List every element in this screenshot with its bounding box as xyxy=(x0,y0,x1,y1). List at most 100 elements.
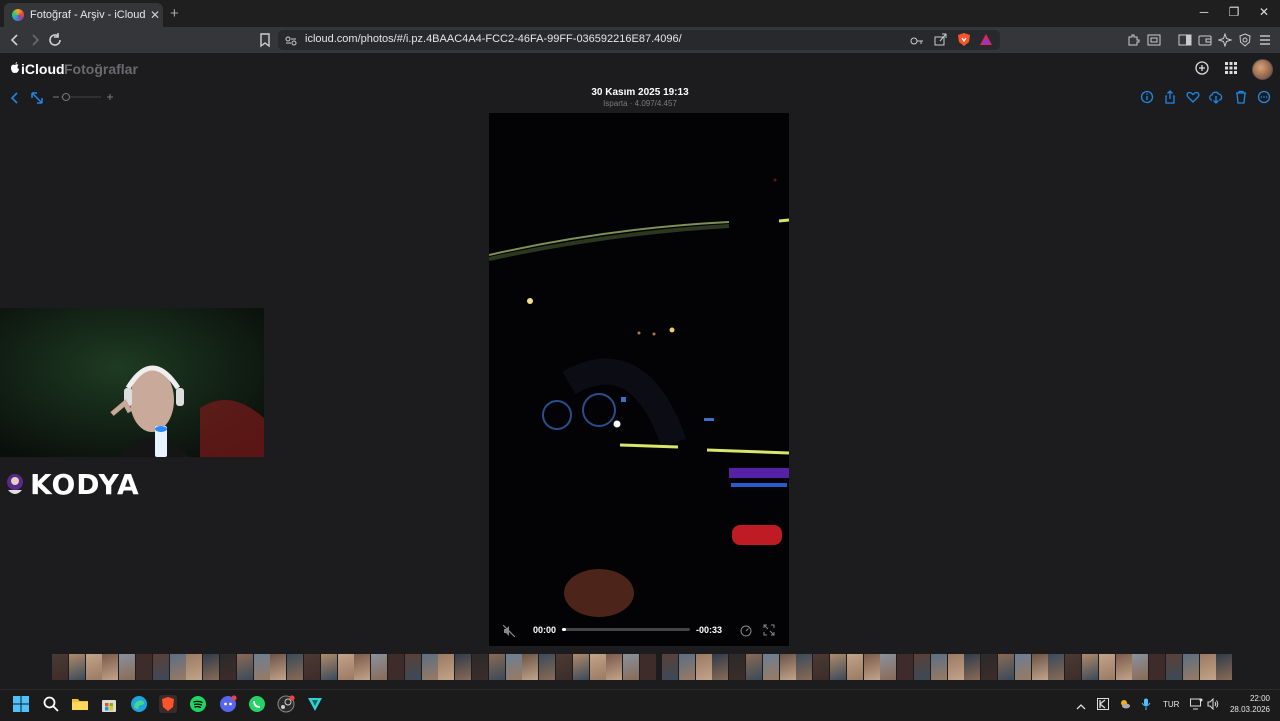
wallet-icon[interactable] xyxy=(1198,33,1212,52)
filmstrip-thumbnail[interactable] xyxy=(1098,654,1115,680)
filmstrip-thumbnail[interactable] xyxy=(1082,654,1098,680)
steam-icon[interactable] xyxy=(277,695,297,715)
network-icon[interactable] xyxy=(1190,697,1203,715)
filmstrip-thumbnail[interactable] xyxy=(488,654,505,680)
new-tab-icon[interactable]: + xyxy=(170,5,179,22)
forward-icon[interactable] xyxy=(26,31,44,49)
filmstrip-thumbnail[interactable] xyxy=(1048,654,1065,680)
extensions-icon[interactable] xyxy=(1126,33,1140,52)
filmstrip-thumbnail[interactable] xyxy=(947,654,964,680)
filmstrip-thumbnail[interactable] xyxy=(712,654,729,680)
filmstrip-thumbnail[interactable] xyxy=(1115,654,1132,680)
filmstrip-thumbnail[interactable] xyxy=(68,654,85,680)
filmstrip-thumbnail[interactable] xyxy=(421,654,438,680)
zoom-slider[interactable] xyxy=(53,89,115,110)
filmstrip-thumbnail[interactable] xyxy=(606,654,623,680)
microphone-icon[interactable] xyxy=(1141,697,1151,715)
filmstrip-thumbnail[interactable] xyxy=(930,654,947,680)
close-tab-icon[interactable]: ✕ xyxy=(150,8,160,22)
brave-shield-icon[interactable] xyxy=(957,32,971,52)
avatar[interactable] xyxy=(1252,59,1273,80)
filmstrip-thumbnail[interactable] xyxy=(880,654,897,680)
filmstrip-thumbnail[interactable] xyxy=(337,654,354,680)
minimize-icon[interactable]: ─ xyxy=(1196,5,1212,19)
filmstrip-thumbnail[interactable] xyxy=(1031,654,1048,680)
brave-icon[interactable] xyxy=(159,695,179,715)
speed-icon[interactable] xyxy=(740,624,752,642)
filmstrip-thumbnail[interactable] xyxy=(371,654,388,680)
filmstrip-thumbnail[interactable] xyxy=(589,654,606,680)
viewer-back-icon[interactable] xyxy=(8,90,22,111)
edge-icon[interactable] xyxy=(130,695,150,715)
filmstrip-thumbnail[interactable] xyxy=(981,654,998,680)
filmstrip-thumbnail[interactable] xyxy=(320,654,337,680)
trash-icon[interactable] xyxy=(1233,90,1249,106)
filmstrip-thumbnail[interactable] xyxy=(914,654,930,680)
filmstrip-thumbnail[interactable] xyxy=(729,654,746,680)
filmstrip-thumbnail[interactable] xyxy=(354,654,371,680)
add-icon[interactable] xyxy=(1195,61,1209,80)
filmstrip-thumbnail[interactable] xyxy=(556,654,572,680)
filmstrip-thumbnail[interactable] xyxy=(1182,654,1199,680)
filmstrip-thumbnail[interactable] xyxy=(270,654,287,680)
video-progress-thumb[interactable] xyxy=(562,628,566,631)
filmstrip-thumbnail[interactable] xyxy=(52,654,68,680)
filmstrip-thumbnail[interactable] xyxy=(388,654,404,680)
volume-icon[interactable] xyxy=(1207,697,1220,715)
filmstrip-thumbnail[interactable] xyxy=(203,654,220,680)
heart-icon[interactable] xyxy=(1185,90,1201,106)
tray-kodi-icon[interactable] xyxy=(1097,697,1109,715)
filmstrip-thumbnail[interactable] xyxy=(522,654,539,680)
vpn-icon[interactable] xyxy=(1238,33,1252,52)
close-window-icon[interactable]: ✕ xyxy=(1256,5,1272,19)
filmstrip-thumbnail[interactable] xyxy=(102,654,119,680)
filmstrip-thumbnail[interactable] xyxy=(623,654,640,680)
filmstrip-thumbnail[interactable] xyxy=(186,654,203,680)
filmstrip-thumbnail[interactable] xyxy=(998,654,1014,680)
brand-photos[interactable]: Fotoğraflar xyxy=(64,61,138,77)
download-icon[interactable] xyxy=(1208,90,1224,106)
filmstrip-thumbnail[interactable] xyxy=(813,654,830,680)
rewards-icon[interactable] xyxy=(979,33,993,51)
filmstrip-thumbnail[interactable] xyxy=(746,654,762,680)
expand-icon[interactable] xyxy=(29,90,45,111)
filmstrip-thumbnail[interactable] xyxy=(539,654,556,680)
back-icon[interactable] xyxy=(6,31,24,49)
filmstrip-thumbnail[interactable] xyxy=(85,654,102,680)
filmstrip-thumbnail[interactable] xyxy=(169,654,186,680)
filmstrip-thumbnail[interactable] xyxy=(236,654,253,680)
menu-icon[interactable] xyxy=(1258,33,1272,52)
bookmark-icon[interactable] xyxy=(256,31,274,49)
windows-start-icon[interactable] xyxy=(12,695,32,715)
filmstrip-thumbnail[interactable] xyxy=(1216,654,1233,680)
key-icon[interactable] xyxy=(910,34,924,52)
filmstrip-thumbnail[interactable] xyxy=(404,654,421,680)
video-player[interactable]: 00:00 -00:33 xyxy=(489,113,789,646)
filmstrip-thumbnail[interactable] xyxy=(472,654,488,680)
filmstrip-thumbnail[interactable] xyxy=(253,654,270,680)
video-progress-track[interactable] xyxy=(562,628,690,631)
filmstrip-thumbnail[interactable] xyxy=(779,654,796,680)
spotify-icon[interactable] xyxy=(189,695,209,715)
filmstrip-thumbnail[interactable] xyxy=(662,654,678,680)
restore-icon[interactable]: ❐ xyxy=(1226,5,1242,19)
filmstrip-thumbnail[interactable] xyxy=(640,654,656,680)
filmstrip-thumbnail[interactable] xyxy=(1149,654,1166,680)
site-settings-icon[interactable] xyxy=(285,34,297,52)
filmstrip-thumbnail[interactable] xyxy=(1065,654,1082,680)
apps-grid-icon[interactable] xyxy=(1224,61,1238,80)
filmstrip-thumbnail[interactable] xyxy=(762,654,779,680)
filmstrip-thumbnail[interactable] xyxy=(1166,654,1182,680)
language-indicator[interactable]: TUR xyxy=(1163,700,1179,709)
filmstrip-thumbnail[interactable] xyxy=(846,654,863,680)
filmstrip-thumbnail[interactable] xyxy=(119,654,136,680)
reload-icon[interactable] xyxy=(46,31,64,49)
fullscreen-icon[interactable] xyxy=(763,623,775,641)
store-icon[interactable] xyxy=(100,695,120,715)
filmstrip-thumbnail[interactable] xyxy=(897,654,914,680)
share-icon[interactable] xyxy=(934,33,947,51)
filmstrip-thumbnail[interactable] xyxy=(863,654,880,680)
whatsapp-icon[interactable] xyxy=(248,695,268,715)
filmstrip-thumbnail[interactable] xyxy=(152,654,169,680)
filmstrip-thumbnail[interactable] xyxy=(505,654,522,680)
